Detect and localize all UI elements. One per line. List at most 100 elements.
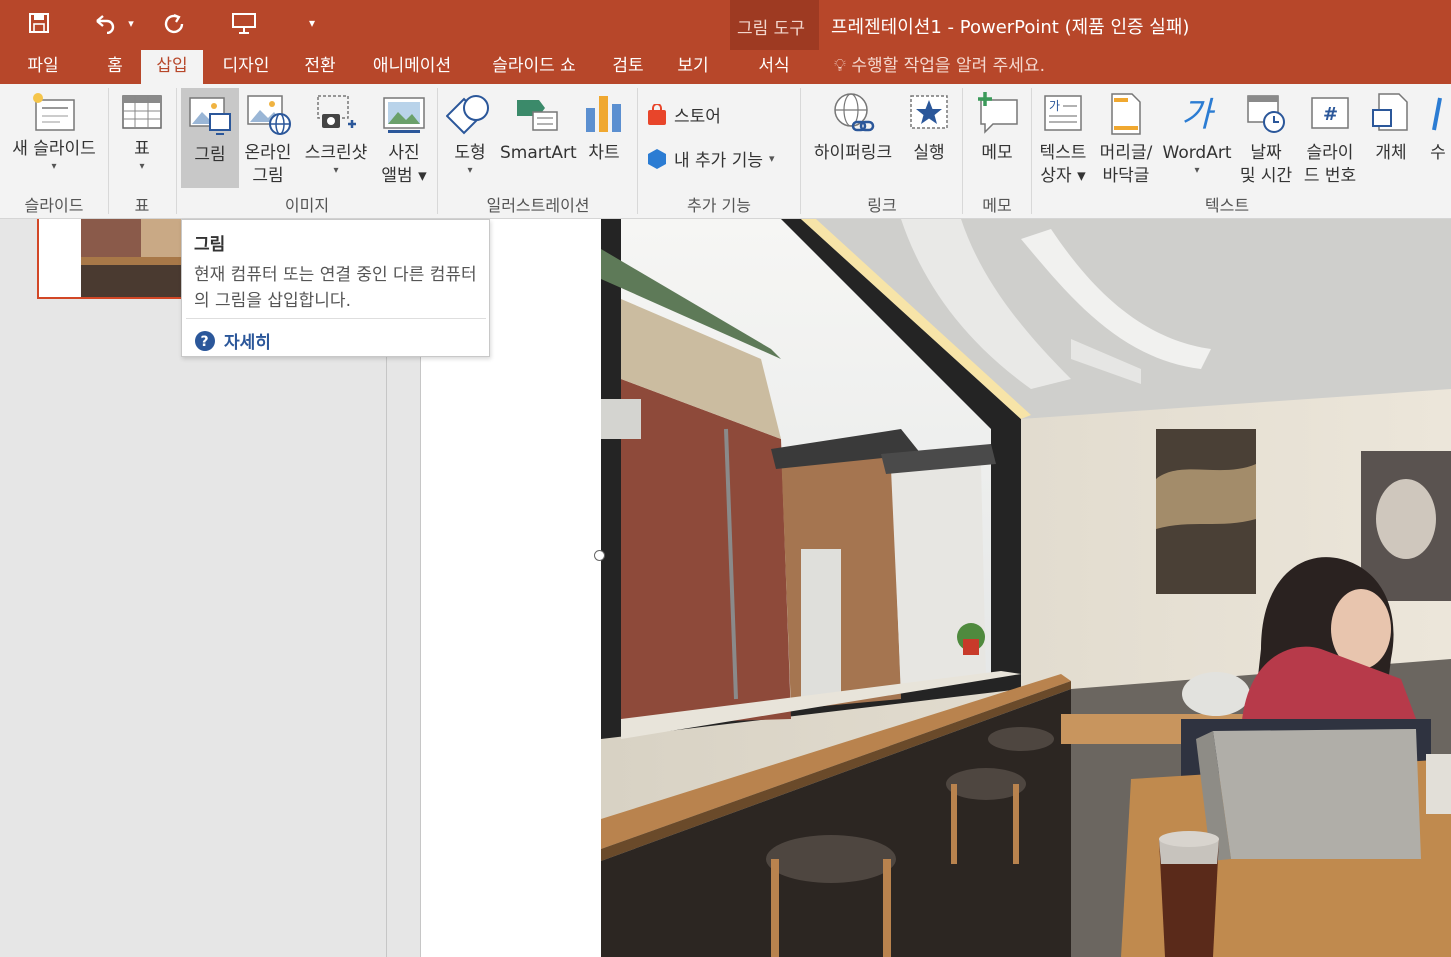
shapes-button[interactable]: 도형 ▾ <box>442 90 498 177</box>
smartart-label: SmartArt <box>500 143 577 163</box>
tab-picture-format[interactable]: 서식 <box>738 50 810 84</box>
screenshot-label: 스크린샷 <box>304 143 368 163</box>
action-label: 실행 <box>913 143 945 163</box>
group-label-comments: 메모 <box>982 196 1012 215</box>
header-footer-icon <box>1111 93 1141 135</box>
my-addins-caret: ▾ <box>769 152 775 165</box>
svg-text:가: 가 <box>1181 95 1216 135</box>
date-time-label1: 날짜 <box>1250 143 1282 163</box>
object-button[interactable]: 개체 <box>1364 90 1418 165</box>
header-footer-label1: 머리글/ <box>1099 143 1153 163</box>
redo-icon[interactable] <box>160 8 188 38</box>
tab-view[interactable]: 보기 <box>664 50 722 84</box>
lightbulb-icon: 💡︎ <box>834 56 846 76</box>
text-box-icon: 가 <box>1044 95 1082 131</box>
tab-home[interactable]: 홈 <box>92 50 138 84</box>
undo-icon[interactable] <box>88 8 120 38</box>
comment-button[interactable]: 메모 <box>968 90 1026 165</box>
group-label-illustrations: 일러스트레이션 <box>486 196 590 215</box>
inserted-picture[interactable] <box>601 219 1451 957</box>
ribbon-insert: 새 슬라이드 ▾ 슬라이드 표 ▾ 표 그림 온라인 그림 스크린샷 ▾ 사진 … <box>0 84 1451 219</box>
slide-number-icon: # <box>1311 97 1349 129</box>
online-pictures-button[interactable]: 온라인 그림 <box>240 90 296 188</box>
table-button[interactable]: 표 ▾ <box>114 90 170 173</box>
group-label-slides: 슬라이드 <box>24 196 84 215</box>
chart-icon <box>586 96 621 132</box>
rotate-resize-handle[interactable] <box>594 550 605 561</box>
action-button[interactable]: 실행 <box>902 90 956 165</box>
tab-insert[interactable]: 삽입 <box>141 50 203 84</box>
new-slide-caret: ▾ <box>51 161 57 172</box>
title-bar: ▾ ▾ <box>0 0 1451 50</box>
date-time-button[interactable]: 날짜 및 시간 <box>1236 90 1296 188</box>
photo-album-icon <box>383 97 425 133</box>
photo-album-label2: 앨범 ▾ <box>381 166 427 186</box>
tab-animations[interactable]: 애니메이션 <box>358 50 466 84</box>
undo-dropdown-icon[interactable]: ▾ <box>124 8 138 38</box>
tab-transitions[interactable]: 전환 <box>290 50 350 84</box>
photo-album-button[interactable]: 사진 앨범 ▾ <box>376 90 432 188</box>
group-label-text: 텍스트 <box>1204 196 1250 215</box>
text-box-button[interactable]: 가 텍스트 상자 ▾ <box>1034 90 1092 188</box>
wordart-button[interactable]: 가 WordArt ▾ <box>1160 90 1234 177</box>
screenshot-button[interactable]: 스크린샷 ▾ <box>298 90 374 177</box>
object-label: 개체 <box>1375 143 1407 163</box>
table-caret: ▾ <box>139 161 145 172</box>
picture-tools-title: 그림 도구 <box>737 19 805 39</box>
store-label: 스토어 <box>674 107 721 127</box>
slide-number-label1: 슬라이 <box>1306 143 1354 163</box>
hyperlink-icon <box>834 93 875 132</box>
shapes-label: 도형 <box>454 143 486 163</box>
picture-tooltip: 그림 현재 컴퓨터 또는 연결 중인 다른 컴퓨터의 그림을 삽입합니다. ? … <box>181 219 490 357</box>
shapes-caret: ▾ <box>467 165 473 176</box>
text-box-label1: 텍스트 <box>1039 143 1087 163</box>
header-footer-label2: 바닥글 <box>1102 166 1150 186</box>
present-from-start-icon[interactable] <box>228 8 260 38</box>
comment-label: 메모 <box>981 143 1013 163</box>
tab-design[interactable]: 디자인 <box>208 50 284 84</box>
store-button[interactable]: 스토어 <box>646 102 721 127</box>
new-slide-button[interactable]: 새 슬라이드 ▾ <box>4 90 104 173</box>
new-slide-label: 새 슬라이드 <box>12 139 96 159</box>
my-addins-icon <box>648 148 666 169</box>
hyperlink-button[interactable]: 하이퍼링크 <box>806 90 900 165</box>
photo-album-label1: 사진 <box>388 143 420 163</box>
group-label-tables: 표 <box>134 196 150 215</box>
help-icon: ? <box>195 330 215 351</box>
screenshot-icon <box>317 95 356 128</box>
online-pictures-label2: 그림 <box>252 166 284 186</box>
svg-text:#: # <box>1323 104 1338 125</box>
chart-button[interactable]: 차트 <box>578 90 630 165</box>
tab-file[interactable]: 파일 <box>10 50 76 84</box>
header-footer-button[interactable]: 머리글/ 바닥글 <box>1094 90 1158 188</box>
ribbon-tab-bar: 파일 홈 삽입 디자인 전환 애니메이션 슬라이드 쇼 검토 보기 서식 💡︎ … <box>0 50 1451 84</box>
window-title: 프레젠테이션1 - PowerPoint (제품 인증 실패) <box>831 17 1190 38</box>
tooltip-title: 그림 <box>194 235 226 255</box>
slide-thumbnail-1[interactable] <box>37 219 187 299</box>
screenshot-caret: ▾ <box>333 165 339 176</box>
tell-me-search[interactable]: 💡︎ 수행할 작업을 알려 주세요. <box>834 50 1045 84</box>
smartart-button[interactable]: SmartArt <box>500 90 577 165</box>
group-label-addins: 추가 기능 <box>687 196 751 215</box>
store-icon <box>648 103 666 125</box>
save-icon[interactable] <box>26 8 52 38</box>
svg-text:가: 가 <box>1049 99 1060 113</box>
slide-number-button[interactable]: # 슬라이 드 번호 <box>1298 90 1362 188</box>
my-addins-button[interactable]: 내 추가 기능 ▾ <box>646 146 775 171</box>
smartart-icon <box>517 100 558 131</box>
group-label-links: 링크 <box>867 196 897 215</box>
picture-label: 그림 <box>194 145 226 165</box>
tooltip-tell-me-more-link[interactable]: ? 자세히 <box>194 328 271 353</box>
tooltip-divider <box>186 318 486 319</box>
chart-label: 차트 <box>588 143 620 163</box>
slide-number-label2: 드 번호 <box>1303 166 1357 186</box>
tab-slide-show[interactable]: 슬라이드 쇼 <box>476 50 592 84</box>
picture-button[interactable]: 그림 <box>181 88 239 188</box>
equation-label-partial: 수 <box>1430 143 1446 163</box>
text-box-label2: 상자 ▾ <box>1040 166 1086 186</box>
online-pictures-label1: 온라인 <box>244 143 292 163</box>
action-star-icon <box>910 95 948 129</box>
tab-review[interactable]: 검토 <box>600 50 656 84</box>
equation-button-partial[interactable]: 수 <box>1426 90 1450 165</box>
customize-toolbar-icon[interactable]: ▾ <box>302 8 322 38</box>
